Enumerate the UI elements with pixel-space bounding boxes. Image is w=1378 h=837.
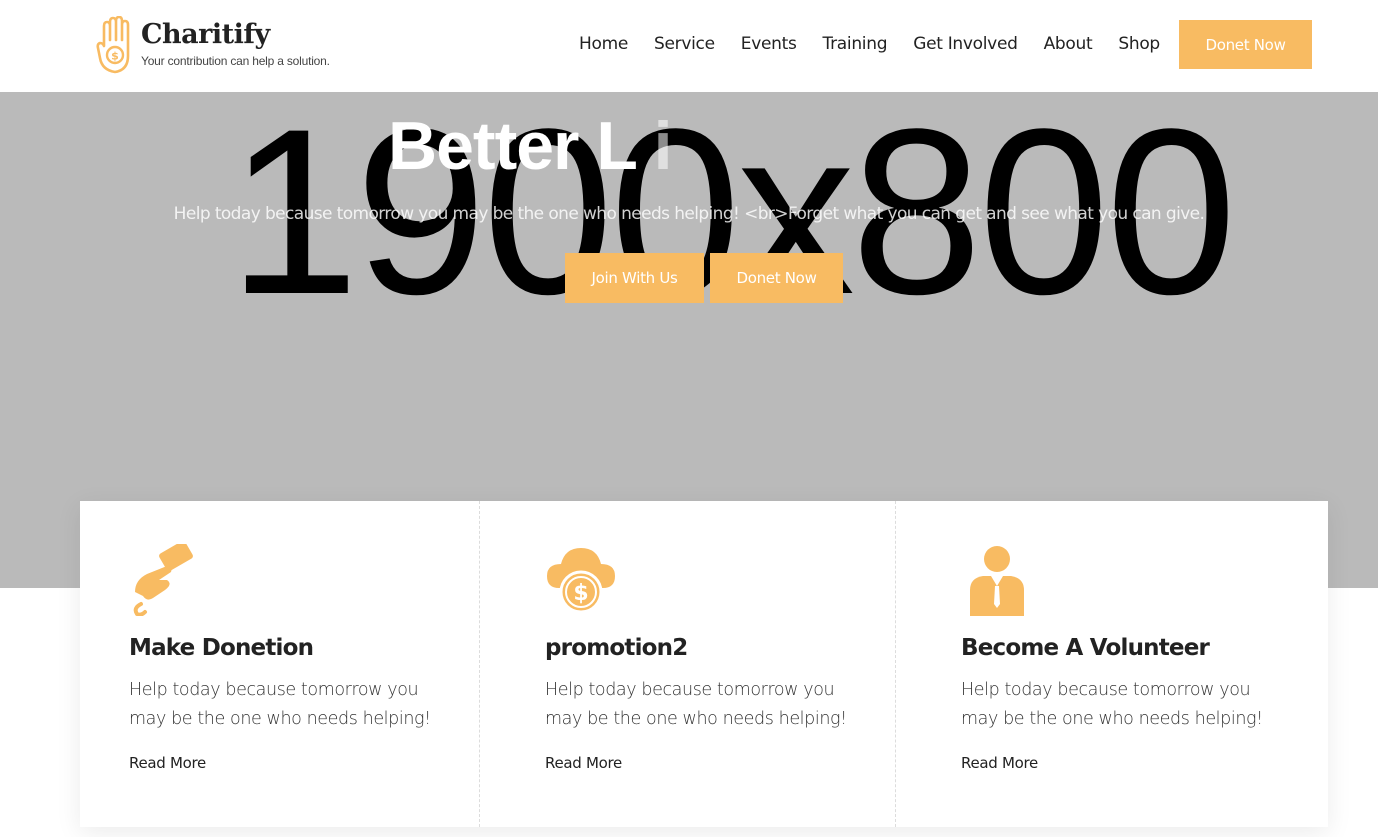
card-become-volunteer: Become A Volunteer Help today because to… [896, 501, 1328, 827]
hero-donate-button[interactable]: Donet Now [710, 253, 843, 303]
volunteer-person-icon [970, 546, 1024, 616]
hand-pen-icon [133, 544, 193, 616]
hero-title-main: Better L [388, 108, 637, 184]
card-text: Help today because tomorrow you may be t… [961, 680, 1263, 729]
nav-item-home[interactable]: Home [579, 30, 628, 58]
brand-tagline: Your contribution can help a solution. [141, 54, 330, 68]
nav-item-events[interactable]: Events [741, 30, 797, 58]
logo[interactable]: $ Charitify Your contribution can help a… [96, 16, 330, 74]
hero-title: Better L i [388, 108, 673, 184]
nav-item-get-involved[interactable]: Get Involved [913, 30, 1018, 58]
nav-item-about[interactable]: About [1044, 30, 1093, 58]
brand-name: Charitify [141, 19, 270, 50]
card-title: Become A Volunteer [961, 635, 1210, 661]
card-text: Help today because tomorrow you may be t… [129, 680, 431, 729]
nav-item-service[interactable]: Service [654, 30, 715, 58]
card-title: promotion2 [545, 635, 688, 661]
read-more-link[interactable]: Read More [129, 754, 206, 772]
header-donate-button[interactable]: Donet Now [1179, 20, 1312, 69]
hero-title-faded: i [653, 108, 673, 184]
card-title: Make Donetion [129, 635, 314, 661]
nav-item-shop[interactable]: Shop [1118, 30, 1160, 58]
logo-text: Charitify Your contribution can help a s… [141, 19, 330, 69]
card-make-donation: Make Donetion Help today because tomorro… [80, 501, 480, 827]
site-header: $ Charitify Your contribution can help a… [0, 0, 1378, 92]
svg-text:$: $ [111, 50, 119, 63]
join-with-us-button[interactable]: Join With Us [565, 253, 704, 303]
card-text: Help today because tomorrow you may be t… [545, 680, 847, 729]
hero-subtitle: Help today because tomorrow you may be t… [173, 204, 1205, 224]
svg-text:$: $ [573, 581, 588, 606]
hero-buttons: Join With Us Donet Now [565, 253, 843, 303]
nav-item-training[interactable]: Training [823, 30, 888, 58]
cloud-dollar-icon: $ [547, 548, 615, 614]
feature-cards: Make Donetion Help today because tomorro… [80, 501, 1328, 827]
read-more-link[interactable]: Read More [961, 754, 1038, 772]
read-more-link[interactable]: Read More [545, 754, 622, 772]
hero-image-placeholder: 1900x800 [228, 92, 1237, 344]
card-promotion: $ promotion2 Help today because tomorrow… [480, 501, 896, 827]
main-nav: Home Service Events Training Get Involve… [566, 30, 1173, 58]
hand-coin-icon: $ [96, 16, 130, 74]
